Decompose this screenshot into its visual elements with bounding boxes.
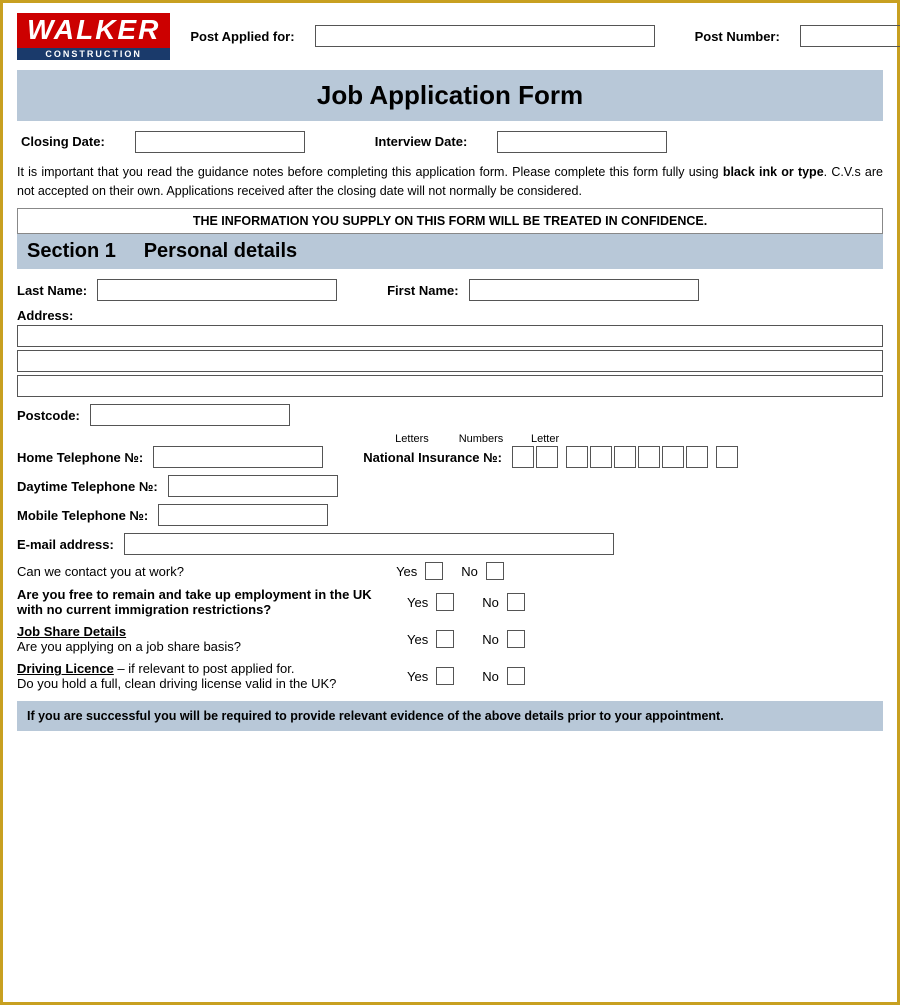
last-name-label: Last Name: — [17, 283, 87, 298]
free-employment-row: Are you free to remain and take up emplo… — [17, 587, 883, 617]
mobile-tel-input[interactable] — [158, 504, 328, 526]
home-tel-label: Home Telephone №: — [17, 450, 143, 465]
ni-letter-header: Letter — [531, 433, 553, 445]
section1-subtitle: Personal details — [144, 240, 297, 262]
daytime-tel-label: Daytime Telephone №: — [17, 479, 158, 494]
closing-date-input[interactable] — [135, 131, 305, 153]
logo-construction-text: CONSTRUCTION — [17, 48, 170, 60]
post-number-input[interactable] — [800, 25, 900, 47]
ni-box-end[interactable] — [716, 446, 738, 468]
driving-suffix: – if relevant to post applied for. — [114, 661, 295, 676]
ni-letters-header: Letters — [387, 433, 437, 445]
info-paragraph: It is important that you read the guidan… — [17, 163, 883, 201]
ni-box-n2[interactable] — [590, 446, 612, 468]
mobile-tel-label: Mobile Telephone №: — [17, 508, 148, 523]
job-share-yes-label: Yes — [407, 632, 428, 647]
free-yes-checkbox[interactable] — [436, 593, 454, 611]
mobile-tel-row: Mobile Telephone №: — [17, 504, 883, 526]
postcode-input[interactable] — [90, 404, 290, 426]
interview-date-label: Interview Date: — [375, 134, 467, 149]
driving-question: Do you hold a full, clean driving licens… — [17, 676, 397, 691]
contact-work-no-label: No — [461, 564, 478, 579]
form-title-bar: Job Application Form — [17, 70, 883, 121]
free-employment-label: Are you free to remain and take up emplo… — [17, 587, 397, 617]
driving-licence-row: Driving Licence – if relevant to post ap… — [17, 661, 883, 691]
free-no-label: No — [482, 595, 499, 610]
ni-box-n6[interactable] — [686, 446, 708, 468]
post-applied-input[interactable] — [315, 25, 655, 47]
driving-no-checkbox[interactable] — [507, 667, 525, 685]
driving-licence-title-line: Driving Licence – if relevant to post ap… — [17, 661, 397, 676]
job-share-row: Job Share Details Are you applying on a … — [17, 624, 883, 654]
footer-notice-text: If you are successful you will be requir… — [27, 709, 724, 723]
confidence-notice: THE INFORMATION YOU SUPPLY ON THIS FORM … — [17, 208, 883, 234]
ni-boxes-container — [512, 446, 738, 468]
form-title: Job Application Form — [17, 80, 883, 111]
last-name-input[interactable] — [97, 279, 337, 301]
address-line-3[interactable] — [17, 375, 883, 397]
contact-work-label: Can we contact you at work? — [17, 564, 388, 579]
job-share-question: Are you applying on a job share basis? — [17, 639, 397, 654]
address-line-1[interactable] — [17, 325, 883, 347]
ni-box-n3[interactable] — [614, 446, 636, 468]
section1-title: Section 1 — [27, 240, 116, 262]
free-yes-label: Yes — [407, 595, 428, 610]
daytime-tel-input[interactable] — [168, 475, 338, 497]
postcode-label: Postcode: — [17, 408, 80, 423]
ni-numbers-header: Numbers — [437, 433, 525, 445]
ni-label: National Insurance №: — [363, 450, 502, 465]
job-share-title: Job Share Details — [17, 624, 397, 639]
contact-work-yes-checkbox[interactable] — [425, 562, 443, 580]
email-input[interactable] — [124, 533, 614, 555]
driving-yes-checkbox[interactable] — [436, 667, 454, 685]
company-logo: WALKER CONSTRUCTION — [17, 13, 170, 60]
first-name-input[interactable] — [469, 279, 699, 301]
postcode-row: Postcode: — [17, 404, 883, 426]
logo-walker-text: WALKER — [17, 13, 170, 48]
name-row: Last Name: First Name: — [17, 279, 883, 301]
ni-headers: Letters Numbers Letter — [17, 433, 738, 445]
free-no-checkbox[interactable] — [507, 593, 525, 611]
address-label: Address: — [17, 308, 883, 323]
email-label: E-mail address: — [17, 537, 114, 552]
post-applied-label: Post Applied for: — [190, 29, 294, 44]
interview-date-input[interactable] — [497, 131, 667, 153]
address-section: Address: — [17, 308, 883, 397]
section1-header: Section 1 Personal details — [17, 234, 883, 269]
contact-work-row: Can we contact you at work? Yes No — [17, 562, 883, 580]
first-name-label: First Name: — [387, 283, 459, 298]
daytime-tel-row: Daytime Telephone №: — [17, 475, 883, 497]
email-row: E-mail address: — [17, 533, 883, 555]
ni-box-n5[interactable] — [662, 446, 684, 468]
contact-work-yes-label: Yes — [396, 564, 417, 579]
driving-yes-label: Yes — [407, 669, 428, 684]
ni-box-l2[interactable] — [536, 446, 558, 468]
home-tel-input[interactable] — [153, 446, 323, 468]
closing-date-label: Closing Date: — [21, 134, 105, 149]
driving-no-label: No — [482, 669, 499, 684]
job-share-no-label: No — [482, 632, 499, 647]
ni-box-n1[interactable] — [566, 446, 588, 468]
footer-notice: If you are successful you will be requir… — [17, 701, 883, 731]
ni-box-n4[interactable] — [638, 446, 660, 468]
driving-title: Driving Licence — [17, 661, 114, 676]
job-share-yes-checkbox[interactable] — [436, 630, 454, 648]
contact-work-no-checkbox[interactable] — [486, 562, 504, 580]
post-number-label: Post Number: — [695, 29, 780, 44]
job-share-no-checkbox[interactable] — [507, 630, 525, 648]
ni-box-l1[interactable] — [512, 446, 534, 468]
address-line-2[interactable] — [17, 350, 883, 372]
